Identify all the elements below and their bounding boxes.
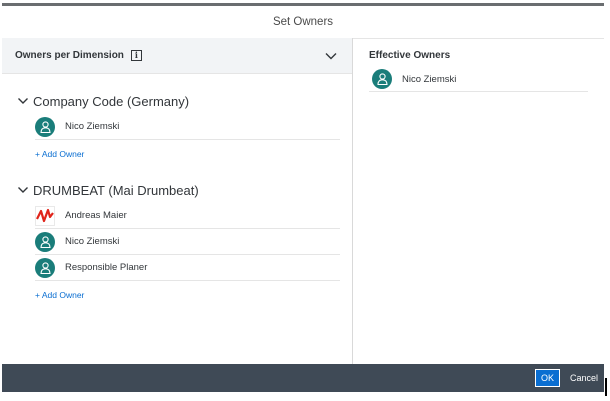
owner-row[interactable]: Andreas Maier: [35, 203, 340, 229]
dialog-footer: OK Cancel: [2, 364, 604, 392]
chevron-down-icon[interactable]: [324, 49, 338, 63]
owner-name: Nico Ziemski: [65, 121, 120, 132]
avatar: [35, 257, 55, 278]
owners-per-dimension-header[interactable]: Owners per Dimension i: [2, 38, 352, 74]
person-icon: [39, 120, 51, 133]
info-icon[interactable]: i: [130, 50, 142, 61]
dimension-group-drumbeat: DRUMBEAT (Mai Drumbeat) Andreas Maier Ni…: [2, 180, 352, 309]
cancel-button[interactable]: Cancel: [570, 373, 598, 383]
effective-owners-title: Effective Owners: [369, 50, 451, 61]
ok-button[interactable]: OK: [534, 369, 560, 387]
person-icon: [376, 73, 388, 85]
owner-row[interactable]: Responsible Planer: [35, 255, 340, 281]
avatar: [35, 231, 55, 252]
add-owner-link[interactable]: + Add Owner: [35, 281, 352, 309]
owner-row[interactable]: Nico Ziemski: [35, 229, 340, 255]
group-label: DRUMBEAT (Mai Drumbeat): [33, 182, 199, 198]
dialog-title: Set Owners: [272, 16, 334, 28]
avatar: [372, 69, 392, 89]
dimension-group-company-code: Company Code (Germany) Nico Ziemski + Ad…: [2, 91, 352, 168]
text-cursor: [605, 378, 607, 396]
effective-owner-row: Nico Ziemski: [369, 67, 588, 92]
owners-per-dimension-panel: Owners per Dimension i Company Code (Ger…: [2, 38, 353, 364]
group-label: Company Code (Germany): [33, 93, 190, 109]
owner-name: Andreas Maier: [65, 210, 127, 221]
dialog-content: Owners per Dimension i Company Code (Ger…: [2, 38, 604, 364]
owner-name: Nico Ziemski: [65, 236, 120, 247]
group-header[interactable]: Company Code (Germany): [17, 91, 352, 111]
dialog-title-bar: Set Owners: [2, 6, 604, 39]
person-icon: [39, 235, 51, 248]
chevron-down-icon[interactable]: [17, 184, 29, 196]
owner-name: Nico Ziemski: [402, 73, 457, 85]
chevron-down-icon[interactable]: [17, 95, 29, 107]
owner-row[interactable]: Nico Ziemski: [35, 114, 340, 140]
owner-name: Responsible Planer: [65, 262, 148, 273]
avatar-photo: [35, 205, 55, 226]
effective-owners-panel: Effective Owners Nico Ziemski: [353, 38, 604, 364]
panel-title: Owners per Dimension: [15, 50, 124, 61]
andreas-maier-photo-icon: [36, 206, 54, 225]
person-icon: [39, 261, 51, 274]
add-owner-link[interactable]: + Add Owner: [35, 140, 352, 168]
set-owners-dialog: Set Owners Owners per Dimension i Compan…: [2, 3, 604, 392]
avatar: [35, 116, 55, 137]
group-header[interactable]: DRUMBEAT (Mai Drumbeat): [17, 180, 352, 200]
